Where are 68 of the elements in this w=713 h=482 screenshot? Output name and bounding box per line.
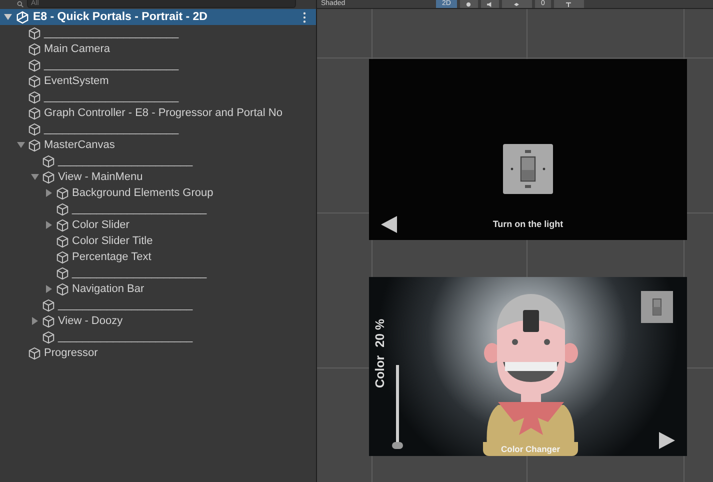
cube-icon: [28, 90, 41, 104]
cube-icon: [28, 122, 41, 136]
percentage-text: 20 %: [373, 318, 388, 348]
cube-icon: [56, 282, 69, 296]
hierarchy-item[interactable]: Graph Controller - E8 - Progressor and Portal No: [44, 107, 282, 119]
speaker-icon: [487, 2, 492, 6]
search-icon: [17, 0, 24, 8]
hierarchy-item[interactable]: Progressor: [44, 347, 98, 359]
hierarchy-item[interactable]: ______________________: [58, 155, 193, 167]
cube-icon: [28, 58, 41, 72]
cube-icon: [28, 106, 41, 120]
caption-text: Turn on the light: [492, 219, 564, 229]
hierarchy-item[interactable]: ______________________: [72, 203, 207, 215]
slider-title: Color: [373, 355, 388, 388]
caret-icon[interactable]: [45, 189, 53, 197]
effects-dropdown[interactable]: [502, 0, 532, 8]
lighting-toggle[interactable]: [460, 0, 478, 8]
light-switch-icon: [641, 291, 673, 323]
hierarchy-item[interactable]: ______________________: [58, 299, 193, 311]
hierarchy-item[interactable]: ______________________: [44, 91, 179, 103]
hierarchy-item[interactable]: ______________________: [44, 123, 179, 135]
cube-icon: [28, 346, 41, 360]
hierarchy-item[interactable]: MasterCanvas: [44, 139, 115, 151]
color-slider[interactable]: [392, 365, 403, 449]
cube-icon: [42, 154, 55, 168]
cube-icon: [56, 250, 69, 264]
hierarchy-item[interactable]: ______________________: [44, 59, 179, 71]
cube-icon: [28, 138, 41, 152]
cube-icon: [42, 298, 55, 312]
audio-toggle[interactable]: [480, 0, 499, 8]
cube-icon: [56, 234, 69, 248]
scene-name: E8 - Quick Portals - Portrait - 2D: [33, 11, 208, 23]
gizmos-dropdown[interactable]: [554, 0, 584, 8]
cube-icon: [28, 74, 41, 88]
cube-icon: [56, 202, 69, 216]
hierarchy-item[interactable]: Color Slider Title: [72, 235, 153, 247]
hierarchy-item[interactable]: Background Elements Group: [72, 187, 214, 199]
cube-icon: [28, 42, 41, 56]
caret-icon[interactable]: [17, 141, 25, 149]
hierarchy-item[interactable]: Percentage Text: [72, 251, 152, 263]
caret-icon[interactable]: [31, 317, 39, 325]
caret-icon[interactable]: [45, 285, 53, 293]
caret-icon[interactable]: [4, 13, 12, 21]
cube-icon: [42, 170, 55, 184]
cube-icon: [56, 218, 69, 232]
unity-logo-icon: [16, 10, 29, 24]
hierarchy-item[interactable]: Color Slider: [72, 219, 130, 231]
hierarchy-item[interactable]: ______________________: [72, 267, 207, 279]
hierarchy-item[interactable]: ______________________: [44, 27, 179, 39]
caret-icon[interactable]: [31, 173, 39, 181]
cube-icon: [56, 266, 69, 280]
back-arrow-button[interactable]: [381, 216, 397, 233]
hierarchy-item[interactable]: ______________________: [58, 331, 193, 343]
hierarchy-item[interactable]: View - MainMenu: [58, 171, 143, 183]
cube-icon: [42, 330, 55, 344]
forward-arrow-button[interactable]: [659, 432, 675, 449]
scene-row[interactable]: E8 - Quick Portals - Portrait - 2D: [0, 9, 316, 25]
light-switch-icon: [503, 144, 553, 194]
hierarchy-item[interactable]: Navigation Bar: [72, 283, 144, 295]
caret-icon[interactable]: [45, 221, 53, 229]
cube-icon: [56, 186, 69, 200]
hierarchy-item[interactable]: View - Doozy: [58, 315, 123, 327]
slider-thumb[interactable]: [392, 442, 403, 449]
hierarchy-item[interactable]: EventSystem: [44, 75, 109, 87]
hierarchy-item[interactable]: Main Camera: [44, 43, 110, 55]
more-options-icon[interactable]: [303, 12, 306, 22]
cube-icon: [42, 314, 55, 328]
cube-icon: [28, 26, 41, 40]
